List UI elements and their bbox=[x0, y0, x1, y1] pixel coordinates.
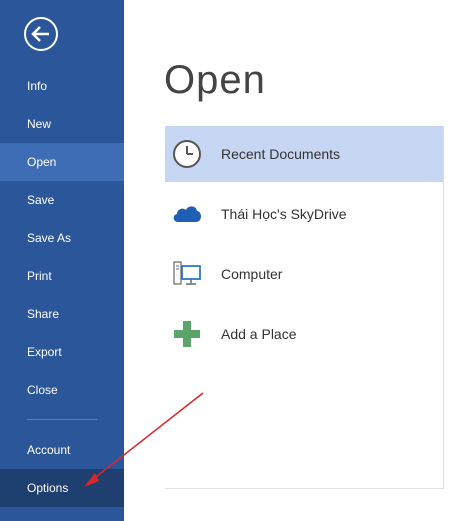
place-add-a-place[interactable]: Add a Place bbox=[165, 306, 443, 362]
backstage-view: Info New Open Save Save As Print Share E… bbox=[0, 0, 453, 521]
back-arrow-icon bbox=[24, 17, 58, 51]
backstage-sidebar: Info New Open Save Save As Print Share E… bbox=[0, 0, 124, 521]
nav-item-print[interactable]: Print bbox=[0, 257, 124, 295]
nav-item-export[interactable]: Export bbox=[0, 333, 124, 371]
place-skydrive[interactable]: Thái Học's SkyDrive bbox=[165, 186, 443, 242]
place-label: Thái Học's SkyDrive bbox=[221, 206, 347, 222]
cloud-icon bbox=[173, 206, 201, 222]
nav-item-save[interactable]: Save bbox=[0, 181, 124, 219]
back-button[interactable] bbox=[23, 16, 59, 52]
nav-item-new[interactable]: New bbox=[0, 105, 124, 143]
computer-icon bbox=[173, 261, 201, 285]
plus-icon bbox=[174, 321, 200, 347]
nav-item-options[interactable]: Options bbox=[0, 469, 124, 507]
nav-item-account[interactable]: Account bbox=[0, 431, 124, 469]
place-computer[interactable]: Computer bbox=[165, 246, 443, 302]
nav-item-info[interactable]: Info bbox=[0, 67, 124, 105]
place-label: Add a Place bbox=[221, 326, 297, 342]
nav-item-save-as[interactable]: Save As bbox=[0, 219, 124, 257]
place-recent-documents[interactable]: Recent Documents bbox=[165, 126, 443, 182]
nav-item-share[interactable]: Share bbox=[0, 295, 124, 333]
nav-item-close[interactable]: Close bbox=[0, 371, 124, 409]
place-label: Recent Documents bbox=[221, 146, 341, 162]
page-title: Open bbox=[164, 58, 266, 102]
clock-icon bbox=[173, 140, 201, 168]
places-list: Recent Documents Thái Học's SkyDrive Com… bbox=[165, 126, 444, 489]
nav-divider bbox=[27, 419, 97, 420]
nav-item-open[interactable]: Open bbox=[0, 143, 124, 181]
place-label: Computer bbox=[221, 266, 283, 282]
